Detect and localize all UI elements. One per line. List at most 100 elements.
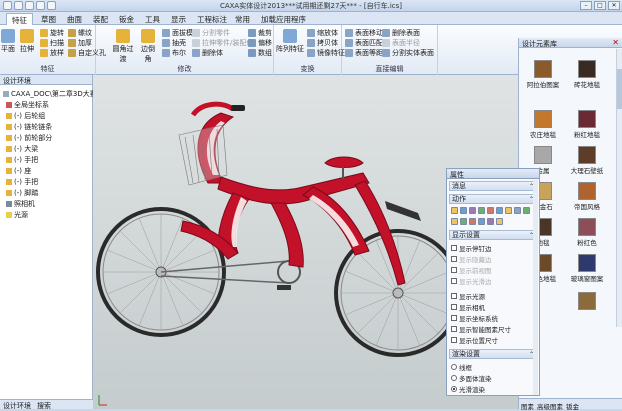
tab-display[interactable]: 显示 <box>166 13 191 25</box>
library-close-icon[interactable]: ✕ <box>612 38 619 47</box>
checkbox-show-smooth-edges[interactable]: 显示光滑边 <box>451 276 492 286</box>
offset-button[interactable]: 偏移 <box>248 38 272 48</box>
action-icon[interactable] <box>478 207 485 214</box>
tab-feature[interactable]: 特征 <box>6 13 33 25</box>
action-icon[interactable] <box>496 207 503 214</box>
extrude-button[interactable]: 拉伸 <box>19 29 35 54</box>
properties-scrollbar[interactable] <box>533 180 538 395</box>
tree-item-handlebar[interactable]: (-) 手把 <box>6 155 38 165</box>
checkbox-show-smart-dimensions[interactable]: 显示智能图素尺寸 <box>451 324 511 334</box>
tree-item-pedal[interactable]: (-) 脚踏 <box>6 188 38 198</box>
thicken-button[interactable]: 加厚 <box>68 38 92 48</box>
checkbox-show-edges[interactable]: 显示停钉边 <box>451 243 492 253</box>
tab-design-environment[interactable]: 设计环境 <box>3 401 31 410</box>
trim-button[interactable]: 裁剪 <box>248 28 272 38</box>
action-icon[interactable] <box>478 218 485 225</box>
action-icon[interactable] <box>451 218 458 225</box>
action-icon[interactable] <box>469 207 476 214</box>
tab-assembly[interactable]: 装配 <box>88 13 113 25</box>
close-button[interactable]: ✕ <box>608 1 620 10</box>
loft-button[interactable]: 放样 <box>40 48 64 58</box>
tree-item-light[interactable]: 光源 <box>6 210 28 220</box>
library-tile[interactable]: 阿拉伯图案 <box>523 60 563 89</box>
face-radius-button[interactable]: 表面半径 <box>382 38 420 48</box>
action-icon[interactable] <box>460 207 467 214</box>
action-icon[interactable] <box>451 207 458 214</box>
revolve-button[interactable]: 旋转 <box>40 28 64 38</box>
library-tile[interactable]: 粉红地毯 <box>567 110 607 139</box>
face-match-button[interactable]: 表面匹配 <box>345 38 383 48</box>
chamfer-button[interactable]: 边倒角 <box>138 29 158 64</box>
fillet-button[interactable]: 圆角过渡 <box>110 29 136 64</box>
face-offset-button[interactable]: 表面等距 <box>345 48 383 58</box>
tree-item-front-wheel[interactable]: (-) 前轮部分 <box>6 133 52 143</box>
tab-elements[interactable]: 图素 <box>521 401 534 411</box>
pattern-feature-button[interactable]: 阵列特征 <box>276 29 304 54</box>
section-messages[interactable]: 消息 ⌃ <box>449 181 537 191</box>
thread-button[interactable]: 螺纹 <box>68 28 92 38</box>
checkbox-show-position-dimensions[interactable]: 显示位置尺寸 <box>451 335 498 345</box>
action-icon[interactable] <box>487 218 494 225</box>
face-move-button[interactable]: 表面移动 <box>345 28 383 38</box>
checkbox-show-coordinate-system[interactable]: 显示坐标系统 <box>451 313 498 323</box>
tree-item-frame[interactable]: (-) 大梁 <box>6 144 38 154</box>
tree-item-handlebar-2[interactable]: (-) 手把 <box>6 177 38 187</box>
tab-tools[interactable]: 工具 <box>140 13 165 25</box>
checkbox-show-camera[interactable]: 显示相机 <box>451 302 485 312</box>
copy-body-button[interactable]: 拷贝体 <box>307 38 338 48</box>
library-tile[interactable]: 帝国风格 <box>567 182 607 211</box>
action-icon[interactable] <box>496 218 503 225</box>
action-icon[interactable] <box>514 207 521 214</box>
scale-body-button[interactable]: 缩放体 <box>307 28 338 38</box>
action-icon[interactable] <box>523 207 530 214</box>
tree-item-rear-wheel[interactable]: (-) 后轮组 <box>6 111 45 121</box>
radio-smooth-render[interactable]: 光滑渲染 <box>451 384 485 394</box>
shell-button[interactable]: 抽壳 <box>162 38 186 48</box>
radio-polyhedral-render[interactable]: 多面体渲染 <box>451 373 492 383</box>
library-tile[interactable]: 砖花地毯 <box>567 60 607 89</box>
mirror-feature-button[interactable]: 镜像特征 <box>307 48 345 58</box>
tree-item-global-coords[interactable]: 全局坐标系 <box>6 100 49 110</box>
tab-sketch[interactable]: 草图 <box>36 13 61 25</box>
library-scrollbar[interactable] <box>616 49 622 327</box>
plane-button[interactable]: 平面 <box>1 29 15 54</box>
array-button[interactable]: 数组 <box>248 48 272 58</box>
tab-sheetmetal[interactable]: 钣金 <box>114 13 139 25</box>
checkbox-show-front-view[interactable]: 显示前视图 <box>451 265 492 275</box>
delete-body-button[interactable]: 删除体 <box>192 48 223 58</box>
checkbox-show-light[interactable]: 显示光源 <box>451 291 485 301</box>
tab-common[interactable]: 常用 <box>230 13 255 25</box>
maximize-button[interactable]: □ <box>594 1 606 10</box>
action-icon[interactable] <box>460 218 467 225</box>
library-tile[interactable]: 玻璃窗图案 <box>567 254 607 283</box>
tab-addins[interactable]: 加载应用程序 <box>256 13 311 25</box>
library-tile[interactable] <box>567 292 607 311</box>
split-face-button[interactable]: 分割实体表面 <box>382 48 434 58</box>
action-icon[interactable] <box>505 207 512 214</box>
library-tile[interactable]: 大理石壁纸 <box>567 146 607 175</box>
radio-wireframe[interactable]: 线框 <box>451 362 472 372</box>
split-part-button[interactable]: 分割零件 <box>192 28 230 38</box>
library-tile[interactable]: 粉红色 <box>567 218 607 247</box>
tree-item-chain[interactable]: (-) 链轮链条 <box>6 122 52 132</box>
library-tile[interactable]: 农庄地毯 <box>523 110 563 139</box>
tab-surface[interactable]: 曲面 <box>62 13 87 25</box>
action-icon[interactable] <box>487 207 494 214</box>
tab-annotation[interactable]: 工程标注 <box>192 13 232 25</box>
tab-sheetmetal-elements[interactable]: 钣金 <box>566 401 579 411</box>
section-actions[interactable]: 动作 ⌃ <box>449 194 537 204</box>
tree-item-camera[interactable]: 照相机 <box>6 199 35 209</box>
section-render-settings[interactable]: 渲染设置 ⌃ <box>449 349 537 359</box>
boolean-button[interactable]: 布尔 <box>162 48 186 58</box>
tab-advanced-elements[interactable]: 高级图素 <box>537 401 563 411</box>
checkbox-show-hidden-edges[interactable]: 显示隐藏边 <box>451 254 492 264</box>
delete-face-button[interactable]: 删除表面 <box>382 28 420 38</box>
action-icon[interactable] <box>469 218 476 225</box>
scrollbar-thumb[interactable] <box>617 69 622 109</box>
extrude-assembly-button[interactable]: 拉伸零件/装配体 <box>192 38 253 48</box>
section-display-settings[interactable]: 显示设置 ⌃ <box>449 230 537 240</box>
draft-button[interactable]: 面拔模 <box>162 28 193 38</box>
tab-search[interactable]: 搜索 <box>37 401 51 410</box>
sweep-button[interactable]: 扫描 <box>40 38 64 48</box>
minimize-button[interactable]: – <box>580 1 592 10</box>
